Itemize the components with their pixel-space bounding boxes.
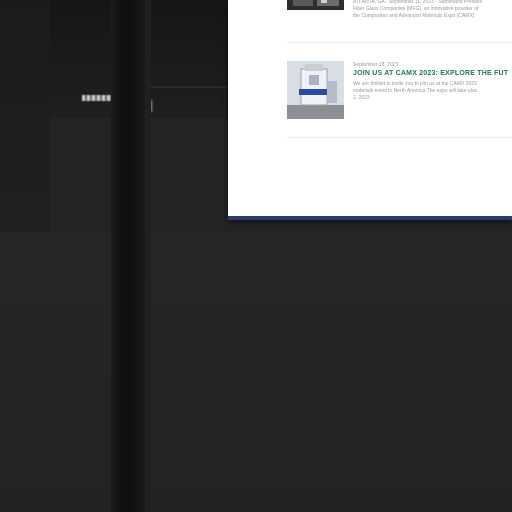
post-divider <box>287 137 512 138</box>
news-post[interactable]: ATLANTA, GA - September 11, 2023 - Suthe… <box>287 0 512 28</box>
post-title[interactable]: JOIN US AT CAMX 2023: EXPLORE THE FUT <box>353 69 512 78</box>
door-frame-line <box>150 86 228 88</box>
post-thumbnail[interactable] <box>287 61 344 119</box>
distant-lights <box>82 95 112 101</box>
machine-image-icon <box>287 0 344 10</box>
post-excerpt: We are thrilled to invite you to join us… <box>353 81 478 101</box>
post-divider <box>287 42 512 43</box>
post-excerpt: ATLANTA, GA - September 11, 2023 - Suthe… <box>353 0 482 19</box>
post-date: September 18, 2023 <box>353 62 399 68</box>
left-wall-panel <box>0 0 50 232</box>
floor <box>0 232 512 512</box>
pillar-edge <box>145 0 151 512</box>
dark-pillar <box>111 0 145 512</box>
machine-image-icon <box>287 61 344 119</box>
monitor-screen: ATLANTA, GA - September 11, 2023 - Suthe… <box>228 0 512 220</box>
post-thumbnail[interactable] <box>287 0 344 10</box>
news-post[interactable]: September 18, 2023 JOIN US AT CAMX 2023:… <box>287 61 512 121</box>
